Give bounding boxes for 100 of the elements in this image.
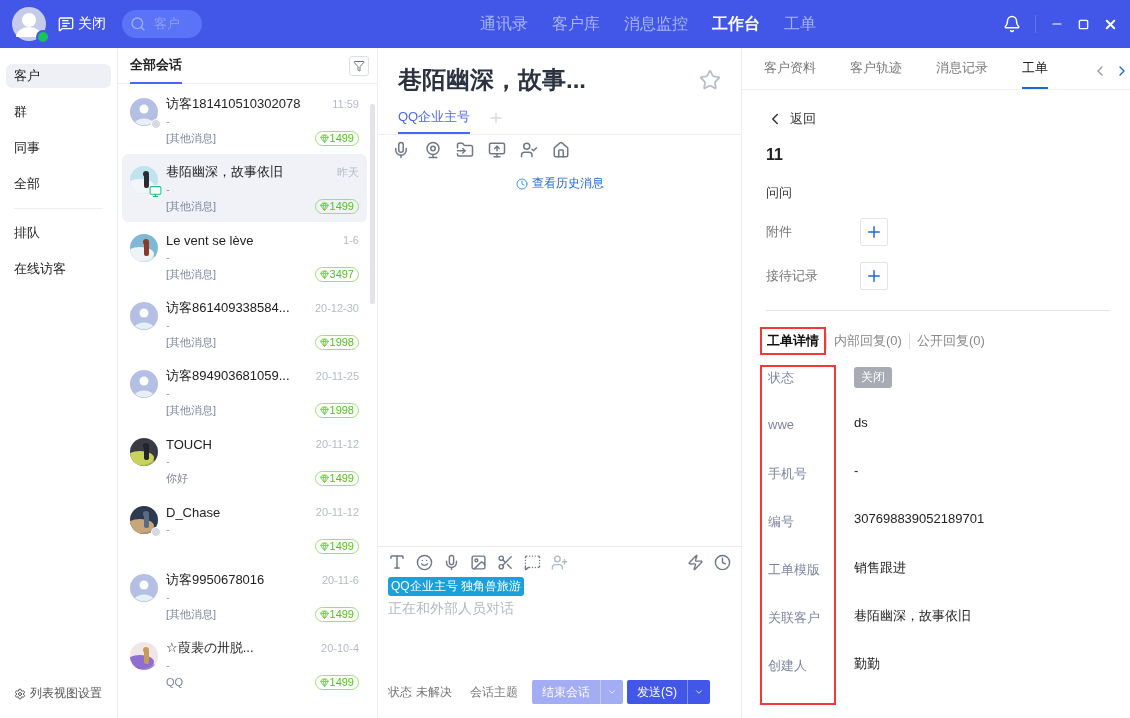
field-label: wwe <box>768 416 795 434</box>
conversation-item[interactable]: D_Chase 20-11-12 - 1499 <box>122 494 367 562</box>
emoji-icon[interactable] <box>416 553 433 571</box>
scissors-icon[interactable] <box>497 553 514 571</box>
caret-icon <box>694 687 704 697</box>
message-icon[interactable] <box>524 553 541 571</box>
history-link[interactable]: 查看历史消息 <box>515 175 604 192</box>
sidebar-item[interactable]: 群 <box>6 100 111 124</box>
conversation-item[interactable]: 访客181410510302078 11:59 - [其他消息] 1499 <box>122 86 367 154</box>
scrollbar[interactable] <box>370 104 375 304</box>
star-icon[interactable] <box>699 69 721 91</box>
conversation-item[interactable]: TOUCH 20-11-12 - 你好 1499 <box>122 426 367 494</box>
gem-icon <box>319 405 329 415</box>
sidebar-item[interactable]: 同事 <box>6 136 111 160</box>
field-value: - <box>854 463 859 478</box>
conversation-item[interactable]: Le vent se lève 1-6 - [其他消息] 3497 <box>122 222 367 290</box>
subtitle-text: - <box>166 522 171 536</box>
font-icon[interactable] <box>388 553 406 571</box>
sidebar-item[interactable]: 全部 <box>6 172 111 196</box>
plus-icon <box>865 267 883 285</box>
message-time: 20-11-12 <box>315 438 359 450</box>
microphone-icon[interactable] <box>443 553 460 571</box>
message-preview: [其他消息] <box>166 606 217 622</box>
contact-name: 巷陌幽深，故事依旧 <box>166 163 283 181</box>
add-button[interactable] <box>860 218 888 246</box>
lightning-icon[interactable] <box>687 553 704 571</box>
topic-link[interactable]: 会话主题 <box>470 683 518 701</box>
image-icon[interactable] <box>470 553 487 571</box>
close-session-button[interactable]: 关闭 <box>58 15 106 33</box>
field-label: 工单模版 <box>768 561 821 579</box>
field-label: 手机号 <box>768 465 808 483</box>
ticket-title: 11 <box>766 146 784 164</box>
sidebar-item[interactable]: 客户 <box>6 64 111 88</box>
conversation-item[interactable]: 访客894903681059... 20-11-25 - [其他消息] 1998 <box>122 358 367 426</box>
field-value: 勤勤 <box>854 655 880 673</box>
message-time: 20-11-6 <box>321 574 359 586</box>
clock-icon[interactable] <box>714 553 731 571</box>
message-preview: [其他消息] <box>166 198 217 214</box>
field-label: 关联客户 <box>768 609 821 627</box>
contact-name: ☆葭裴の卅脱... <box>166 639 254 657</box>
status-label: 状态 <box>388 683 412 701</box>
conversation-item[interactable]: 访客9950678016 20-11-6 - [其他消息] 1499 <box>122 562 367 630</box>
list-view-settings-link[interactable]: 列表视图设置 <box>6 685 111 702</box>
detail-tab[interactable]: 客户轨迹 <box>850 59 902 89</box>
list-tab[interactable]: 全部会话 <box>130 48 182 84</box>
chat-title: 巷陌幽深，故事... <box>398 65 586 95</box>
gem-icon <box>319 541 329 551</box>
detail-tab[interactable]: 工单 <box>1022 59 1048 89</box>
sidebar-item[interactable]: 排队 <box>6 221 111 245</box>
message-time: 11:59 <box>332 98 359 110</box>
subtitle-text: - <box>166 114 171 128</box>
subtitle-text: - <box>166 454 171 468</box>
detail-tab[interactable]: 客户资料 <box>764 59 816 89</box>
message-time: 20-12-30 <box>314 302 359 314</box>
caret-icon <box>607 687 617 697</box>
field-value: 销售跟进 <box>854 559 906 577</box>
contact-name: 访客9950678016 <box>166 571 265 589</box>
back-link[interactable]: 返回 <box>766 110 1110 128</box>
clock-icon <box>515 177 528 190</box>
message-time: 20-11-12 <box>315 506 359 518</box>
filter-button[interactable] <box>349 55 369 76</box>
add-button[interactable] <box>860 262 888 290</box>
field-label: 附件 <box>766 223 793 241</box>
house-icon[interactable] <box>552 141 570 159</box>
search-icon <box>130 16 146 32</box>
field-label: 状态 <box>768 369 795 387</box>
subtitle-text: - <box>166 590 171 604</box>
maximize-icon[interactable] <box>1078 18 1089 30</box>
channel-tab[interactable]: QQ企业主号 <box>398 108 471 134</box>
user-avatar[interactable] <box>12 7 46 41</box>
gem-icon <box>319 133 329 143</box>
gem-icon <box>319 337 329 347</box>
ticket-description: 问问 <box>766 184 793 202</box>
subtitle-text: - <box>166 318 171 332</box>
send-button[interactable]: 发送(S) <box>627 680 687 704</box>
sub-tab[interactable]: 工单详情 <box>760 327 826 355</box>
user-check-icon[interactable] <box>520 141 538 159</box>
microphone-icon[interactable] <box>392 141 410 159</box>
conversation-item[interactable]: ☆葭裴の卅脱... 20-10-4 - QQ 1499 <box>122 630 367 698</box>
gem-icon <box>319 201 329 211</box>
monitor-icon[interactable] <box>488 141 506 159</box>
field-label: 编号 <box>768 513 795 531</box>
contact-name: 访客181410510302078 <box>166 95 301 113</box>
message-icon <box>58 16 74 32</box>
filter-icon <box>353 59 365 72</box>
message-time: 20-10-4 <box>321 642 359 654</box>
bell-icon[interactable] <box>1003 15 1021 33</box>
webcam-icon[interactable] <box>424 141 442 159</box>
sub-tab[interactable]: 内部回复(0) <box>827 327 909 355</box>
channel-tag: QQ企业主号 独角兽旅游 <box>388 577 524 596</box>
subtitle-text: - <box>166 658 171 672</box>
folder-icon[interactable] <box>456 141 474 159</box>
conversation-item[interactable]: 访客861409338584... 20-12-30 - [其他消息] 1998 <box>122 290 367 358</box>
field-value: ds <box>854 415 868 430</box>
message-preview: [其他消息] <box>166 266 217 282</box>
sub-tab[interactable]: 公开回复(0) <box>909 327 992 355</box>
nav-tab[interactable]: 工作台 <box>711 13 760 35</box>
detail-tab[interactable]: 消息记录 <box>936 59 988 89</box>
message-preview: QQ <box>166 676 184 688</box>
sidebar-item[interactable]: 在线访客 <box>6 257 111 281</box>
